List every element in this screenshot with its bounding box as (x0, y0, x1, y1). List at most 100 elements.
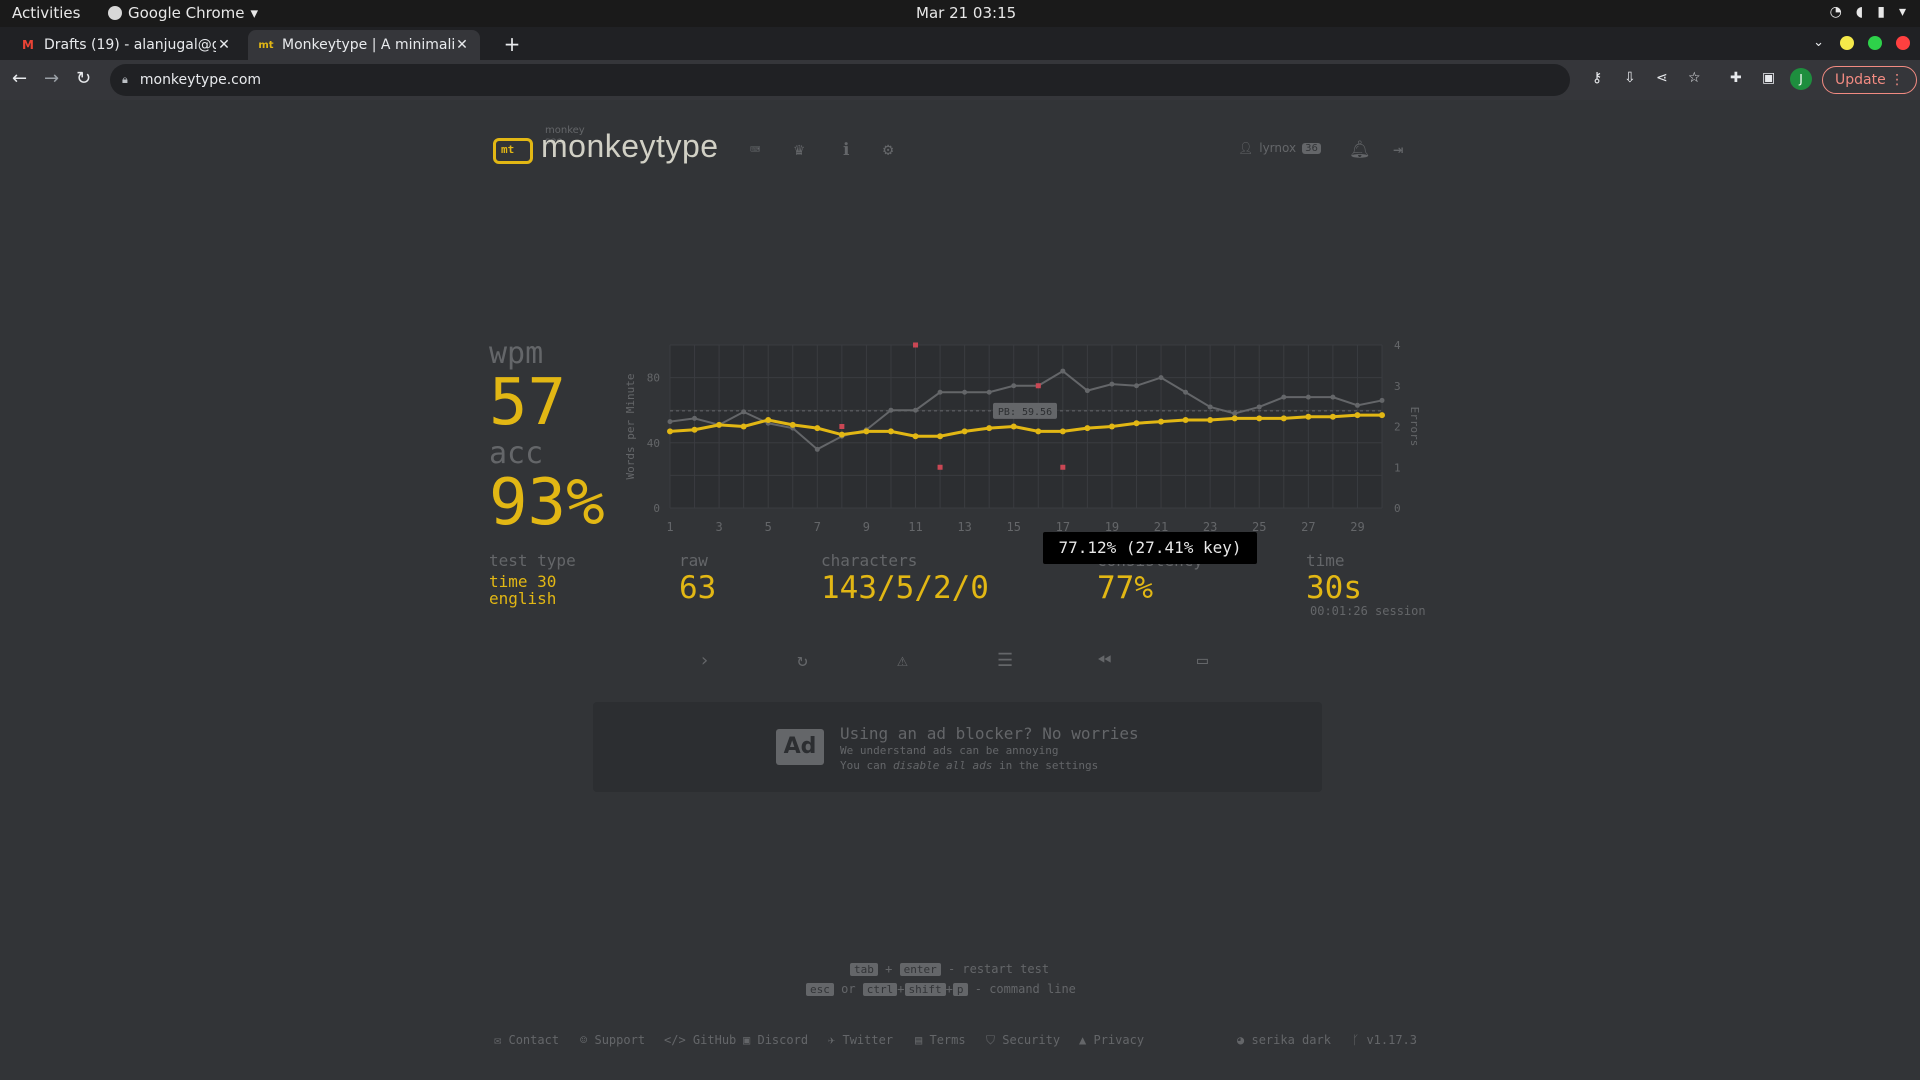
file-icon: ▤ (915, 1033, 923, 1047)
error-marker (937, 464, 943, 470)
donate-icon: ☺ (580, 1033, 588, 1047)
footer-theme-label: serika dark (1251, 1033, 1331, 1047)
chart-area (670, 345, 1382, 508)
y-tick-label: 80 (647, 372, 660, 385)
key-enter: enter (899, 963, 941, 976)
twitter-icon: ✈ (828, 1033, 836, 1047)
wpm-point (1329, 413, 1336, 420)
or: or (841, 982, 856, 996)
raw-point (1060, 368, 1066, 374)
wpm-point (716, 421, 723, 428)
wpm-point (1305, 413, 1312, 420)
footer-terms[interactable]: ▤ Terms (915, 1033, 966, 1047)
wpm-point (1231, 415, 1238, 422)
footer-privacy[interactable]: ▲ Privacy (1079, 1033, 1144, 1047)
branch-icon: ᚴ (1352, 1033, 1360, 1047)
raw-point (888, 407, 894, 413)
y-tick-label: 0 (653, 502, 660, 515)
x-tick-label: 3 (715, 520, 722, 534)
key-esc: esc (806, 983, 834, 996)
x-tick-label: 7 (814, 520, 821, 534)
wpm-point (740, 423, 747, 430)
raw-point (913, 407, 919, 413)
footer-twitter[interactable]: ✈ Twitter (828, 1033, 893, 1047)
raw-point (1183, 389, 1189, 395)
raw-point (692, 415, 698, 421)
y2-tick-label: 3 (1394, 380, 1401, 393)
raw-point (937, 389, 943, 395)
x-tick-label: 1 (666, 520, 673, 534)
x-tick-label: 9 (863, 520, 870, 534)
raw-point (1207, 404, 1213, 410)
footer-twitter-label: Twitter (842, 1033, 894, 1047)
command-hint: esc or ctrl + shift + p - command line (806, 982, 1076, 996)
x-tick-label: 5 (765, 520, 772, 534)
x-tick-label: 29 (1350, 520, 1364, 534)
wpm-point (765, 416, 772, 423)
footer-discord[interactable]: ▣ Discord (743, 1033, 808, 1047)
ad-line-2-post: in the settings (992, 759, 1099, 772)
wpm-point (691, 426, 698, 433)
footer-theme[interactable]: ◕ serika dark (1237, 1033, 1331, 1047)
next-test-icon[interactable]: › (699, 650, 710, 671)
wpm-point (863, 428, 870, 435)
raw-point (1256, 404, 1262, 410)
wpm-point (1280, 415, 1287, 422)
error-marker (1035, 383, 1041, 389)
discord-icon: ▣ (743, 1033, 751, 1047)
error-marker (913, 342, 919, 348)
lock-icon: ▲ (1079, 1033, 1087, 1047)
footer-discord-label: Discord (757, 1033, 809, 1047)
wpm-point (912, 433, 919, 440)
y-tick-label: 40 (647, 437, 660, 450)
warning-icon[interactable]: ⚠ (897, 650, 908, 671)
raw-point (1305, 394, 1311, 400)
ad-line-2: You can disable all ads in the settings (840, 759, 1098, 772)
footer-contact-label: Contact (508, 1033, 560, 1047)
footer-security[interactable]: ⛉ Security (986, 1033, 1060, 1048)
y2-tick-label: 4 (1394, 339, 1401, 352)
raw-point (1232, 410, 1238, 416)
raw-point (1379, 397, 1385, 403)
raw-point (1354, 402, 1360, 408)
screenshot-icon[interactable]: ▭ (1197, 650, 1208, 671)
raw-point (1011, 383, 1017, 389)
raw-point (741, 409, 747, 415)
footer-terms-label: Terms (929, 1033, 966, 1047)
x-tick-label: 27 (1301, 520, 1315, 534)
wpm-point (1059, 428, 1066, 435)
footer-version[interactable]: ᚴ v1.17.3 (1352, 1033, 1417, 1047)
raw-point (667, 419, 673, 425)
ad-title: Using an ad blocker? No worries (840, 724, 1139, 743)
raw-point (962, 389, 968, 395)
wpm-chart[interactable]: 1 3 5 7 9 11 13 15 17 19 21 23 25 27 290408001234Words… (0, 0, 1920, 1080)
raw-point (1084, 388, 1090, 394)
footer-support[interactable]: ☺ Support (580, 1033, 645, 1047)
plus: + (885, 962, 893, 976)
ad-line-2-pre: You can (840, 759, 893, 772)
raw-point (1158, 375, 1164, 381)
words-history-icon[interactable]: ☰ (997, 650, 1013, 671)
pb-label: PB: 59.56 (998, 407, 1052, 418)
wpm-point (1108, 423, 1115, 430)
wpm-point (937, 433, 944, 440)
plus: + (945, 982, 953, 996)
raw-point (986, 389, 992, 395)
mail-icon: ✉ (494, 1033, 502, 1047)
palette-icon: ◕ (1237, 1033, 1245, 1047)
footer-version-label: v1.17.3 (1366, 1033, 1418, 1047)
code-icon: </> (664, 1033, 686, 1047)
consistency-tooltip: 77.12% (27.41% key) (1043, 532, 1257, 564)
wpm-point (1133, 420, 1140, 427)
footer-privacy-label: Privacy (1093, 1033, 1145, 1047)
wpm-point (1084, 425, 1091, 432)
replay-icon[interactable]: ⏪︎ (1097, 650, 1111, 671)
restart-icon[interactable]: ↻ (797, 650, 808, 671)
footer-github[interactable]: </> GitHub (664, 1033, 736, 1047)
disable-ads-link[interactable]: disable all ads (893, 759, 992, 772)
error-marker (1060, 464, 1066, 470)
footer-contact[interactable]: ✉ Contact (494, 1033, 559, 1047)
wpm-point (887, 428, 894, 435)
wpm-point (814, 425, 821, 432)
key-ctrl: ctrl (862, 983, 898, 996)
